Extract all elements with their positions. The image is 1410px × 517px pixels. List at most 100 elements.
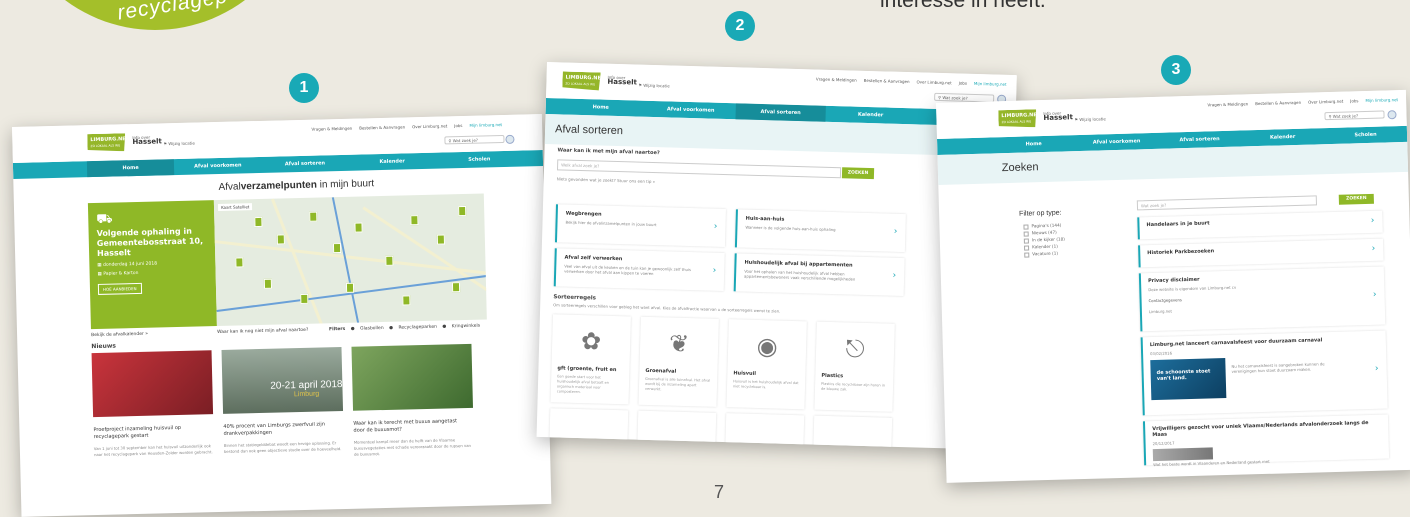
account-icon[interactable] [1387, 110, 1397, 120]
tile-more[interactable] [547, 408, 629, 450]
map-marker[interactable] [332, 242, 342, 254]
nav-afval-voorkomen[interactable]: Afval voorkomen [1075, 133, 1158, 151]
top-link-vragen[interactable]: Vragen & Meldingen [311, 126, 352, 132]
top-link-jobs[interactable]: Jobs [454, 123, 462, 128]
map-marker[interactable] [300, 293, 309, 305]
top-link-mijn[interactable]: Mijn limburg.net [1365, 97, 1398, 103]
top-link-mijn[interactable]: Mijn limburg.net [469, 122, 502, 128]
sort-rules-desc: Om sorteerregels verschillen voor gebieg… [553, 302, 781, 314]
top-link-over[interactable]: Over Limburg.net [916, 79, 951, 85]
top-link-jobs[interactable]: Jobs [959, 81, 967, 86]
search-input[interactable]: ⚲ Wat zoek je? [1324, 110, 1385, 121]
tile-more[interactable] [811, 415, 893, 450]
nav-scholen[interactable]: Scholen [436, 151, 524, 169]
result-privacy[interactable]: Privacy disclaimer Deze website is eigend… [1138, 266, 1386, 332]
map-marker[interactable] [458, 205, 467, 217]
tile-groenafval[interactable]: ❦ Groenafval Groenafval is alle tuinafval.… [638, 316, 719, 407]
nav-kalender[interactable]: Kalender [348, 153, 436, 171]
chevron-right-icon: › [1374, 363, 1379, 374]
results-search-input[interactable]: Wat zoek je? [1136, 195, 1318, 211]
search-button[interactable]: ZOEKEN [1338, 193, 1374, 205]
top-link-over[interactable]: Over Limburg.net [412, 123, 447, 129]
nav-home[interactable]: Home [86, 159, 175, 178]
bottle-icon: ⎋ [845, 334, 865, 363]
change-location-link[interactable]: ⚑ Wijzig locatie [1074, 116, 1105, 122]
account-icon[interactable] [505, 134, 515, 144]
filter-vacature[interactable]: Vacature (1) [1024, 249, 1065, 257]
top-link-over[interactable]: Over Limburg.net [1308, 99, 1343, 105]
top-link-bestellen[interactable]: Bestellen & Aanvragen [864, 78, 910, 84]
top-link-bestellen[interactable]: Bestellen & Aanvragen [359, 124, 405, 130]
map-marker[interactable] [402, 295, 411, 306]
pickup-title: Volgende ophaling in Gemeentebosstraat 1… [96, 226, 204, 258]
result-vrijwilligers[interactable]: Vrijwilligers gezocht voor uniek Vlaams/… [1142, 414, 1390, 467]
tile-gft[interactable]: ✿ gft (groente, fruit en Een goede start v… [550, 314, 631, 405]
nav-afval-sorteren[interactable]: Afval sorteren [1158, 130, 1241, 148]
change-location-link[interactable]: ⚑ Wijzig locatie [163, 141, 194, 147]
nav-afval-voorkomen[interactable]: Afval voorkomen [646, 101, 736, 120]
map-marker[interactable] [263, 278, 273, 289]
map-marker[interactable] [410, 215, 419, 226]
tile-plastics[interactable]: ⎋ Plastics Plastics die recyclebaar zijn h… [814, 321, 895, 412]
nav-afval-voorkomen[interactable]: Afval voorkomen [174, 157, 262, 175]
site-logo[interactable]: LIMBURG.NET ZO LOKAAL ALS WIJ [998, 109, 1036, 128]
result-handelaars[interactable]: Handelaars in je buurt › [1137, 210, 1383, 240]
change-location-link[interactable]: ⚑ Wijzig locatie [638, 83, 669, 89]
site-logo[interactable]: LIMBURG.NET ZO LOKAAL ALS WIJ [87, 133, 125, 152]
sort-rules-title: Sorteerregels [553, 294, 597, 302]
top-link-jobs[interactable]: Jobs [1350, 98, 1358, 103]
top-link-bestellen[interactable]: Bestellen & Aanvragen [1255, 100, 1301, 106]
nav-scholen[interactable]: Scholen [1324, 126, 1407, 144]
map-marker[interactable] [354, 222, 363, 233]
carnaval-banner: de schoonste stoet van't land. [1150, 358, 1227, 401]
result-carnaval[interactable]: Limburg.net lanceert carnavalsfeest voor… [1140, 330, 1388, 416]
tile-more[interactable] [635, 410, 717, 450]
map-marker[interactable] [436, 234, 445, 245]
map-marker[interactable] [254, 216, 263, 228]
result-historiek[interactable]: Historiek Parkbezoeken › [1138, 238, 1384, 268]
how-to-offer-button[interactable]: HOE AANBIEDEN [97, 282, 142, 295]
card-appartementen[interactable]: Huishoudelijk afval bij appartementen Voo… [733, 253, 905, 297]
step-badge-2: 2 [725, 11, 755, 41]
map-marker[interactable] [309, 211, 318, 222]
card-wegbrengen[interactable]: Wegbrengen Bekijk hier de afvalinzamelpun… [554, 204, 726, 248]
card-afval-zelf-verwerken[interactable]: Afval zelf verwerken Veel van afval uit d… [553, 248, 725, 292]
map-marker[interactable] [345, 282, 355, 293]
top-link-vragen[interactable]: Vragen & Meldingen [1207, 101, 1248, 107]
news-item[interactable]: Waar kan ik terecht met buxus aangetast … [351, 343, 474, 458]
pickup-date: ▦ donderdag 14 juni 2018 [97, 261, 158, 268]
calendar-link[interactable]: Bekijk de afvalkalender » [91, 332, 148, 338]
map-type-tabs[interactable]: Kaart Satelliet [217, 203, 253, 211]
search-button[interactable]: ZOEKEN [841, 167, 875, 180]
trash-icon: ◉ [756, 331, 779, 361]
search-icon: ⚲ [938, 94, 942, 101]
nav-home[interactable]: Home [556, 98, 646, 117]
news-item[interactable]: Proefproject inzameling huisvuil op recy… [91, 350, 215, 458]
map-marker[interactable] [235, 257, 244, 268]
location-info: Info over Hasselt [607, 74, 637, 87]
card-huis-aan-huis[interactable]: Huis-aan-huis Wanneer is de volgende huis… [734, 209, 906, 253]
top-link-mijn[interactable]: Mijn limburg.net [974, 81, 1007, 87]
search-icon: ⚲ [1328, 113, 1332, 120]
top-link-vragen[interactable]: Vragen & Meldingen [816, 77, 857, 83]
nav-kalender[interactable]: Kalender [825, 106, 915, 125]
search-input[interactable]: ⚲ Wat zoek je? [444, 134, 505, 145]
filter-recyclageparken[interactable]: ● Recyclageparken [389, 325, 437, 331]
filter-kringwinkels[interactable]: ● Kringwinkels [442, 324, 480, 330]
map-marker[interactable] [276, 234, 285, 245]
filter-glasbollen[interactable]: ● Glasbollen [351, 326, 384, 332]
tile-huisvuil[interactable]: ◉ Huisvuil Huisvuil is het huishoudelijk a… [726, 319, 807, 410]
nav-afval-sorteren[interactable]: Afval sorteren [735, 103, 826, 122]
tile-more[interactable] [723, 413, 805, 450]
news-item[interactable]: 40% procent van Limburgs zwerfvuil zijn … [221, 347, 345, 455]
map-marker[interactable] [451, 282, 461, 293]
map-question-link[interactable]: Waar kan ik nog niet mijn afval naartoe? [217, 328, 308, 335]
site-logo[interactable]: LIMBURG.NET ZO LOKAAL ALS WIJ [562, 71, 600, 90]
event-banner: 20-21 april 2018 Limburg [270, 379, 343, 399]
collection-map[interactable]: Kaart Satelliet [213, 193, 487, 327]
map-marker[interactable] [385, 255, 394, 266]
top-links: Vragen & Meldingen Bestellen & Aanvragen O… [304, 122, 502, 132]
nav-kalender[interactable]: Kalender [1241, 128, 1324, 146]
nav-home[interactable]: Home [992, 135, 1075, 153]
nav-afval-sorteren[interactable]: Afval sorteren [261, 155, 349, 173]
